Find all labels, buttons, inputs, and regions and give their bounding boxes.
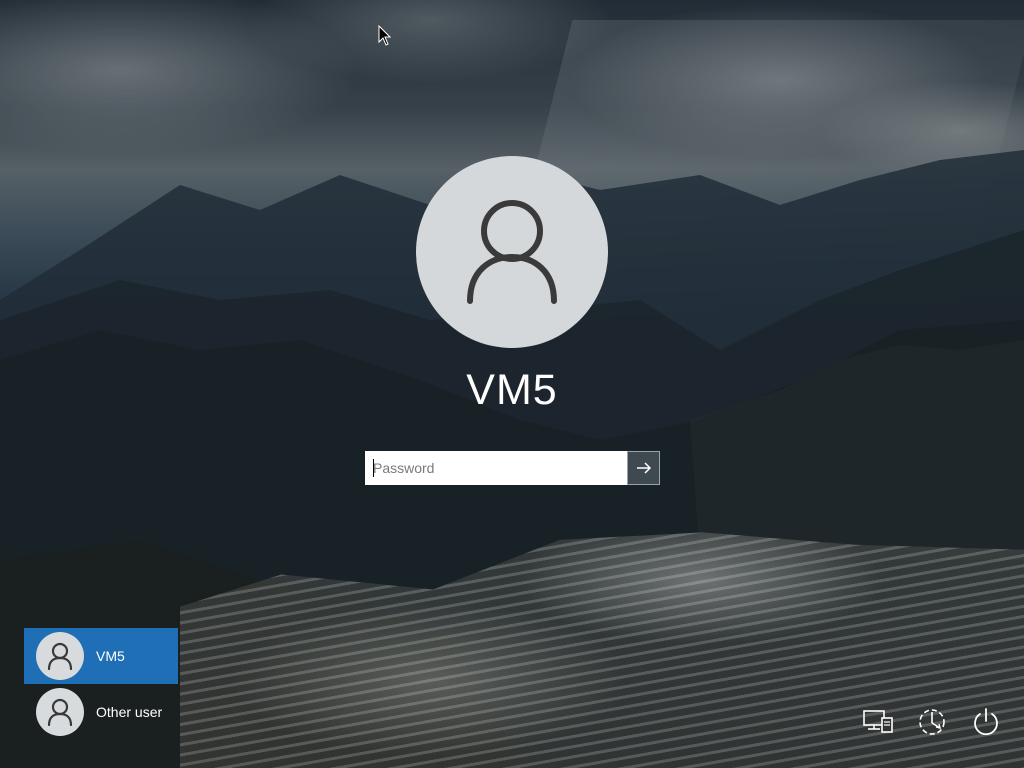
user-item-other-user[interactable]: Other user <box>24 684 178 740</box>
mouse-pointer-icon <box>378 24 392 52</box>
text-caret <box>373 459 374 477</box>
password-row <box>365 451 660 485</box>
submit-button[interactable] <box>627 451 660 485</box>
user-item-vm5[interactable]: VM5 <box>24 628 178 684</box>
user-item-label: VM5 <box>96 648 125 664</box>
user-avatar <box>416 156 608 348</box>
accessibility-button[interactable] <box>914 704 950 740</box>
network-icon <box>863 710 893 733</box>
accessibility-icon <box>919 709 945 735</box>
user-list: VM5 Other user <box>24 628 224 740</box>
user-avatar-small <box>36 688 84 736</box>
user-item-label: Other user <box>96 704 163 720</box>
power-button[interactable] <box>968 704 1004 740</box>
user-silhouette-icon <box>47 642 73 670</box>
user-silhouette-icon <box>47 698 73 726</box>
system-tray <box>860 704 1004 740</box>
user-avatar-small <box>36 632 84 680</box>
username-title: VM5 <box>466 366 558 414</box>
arrow-right-icon <box>636 462 651 474</box>
password-input[interactable] <box>365 451 627 485</box>
network-button[interactable] <box>860 704 896 740</box>
power-icon <box>974 708 998 736</box>
user-silhouette-icon <box>467 200 557 304</box>
